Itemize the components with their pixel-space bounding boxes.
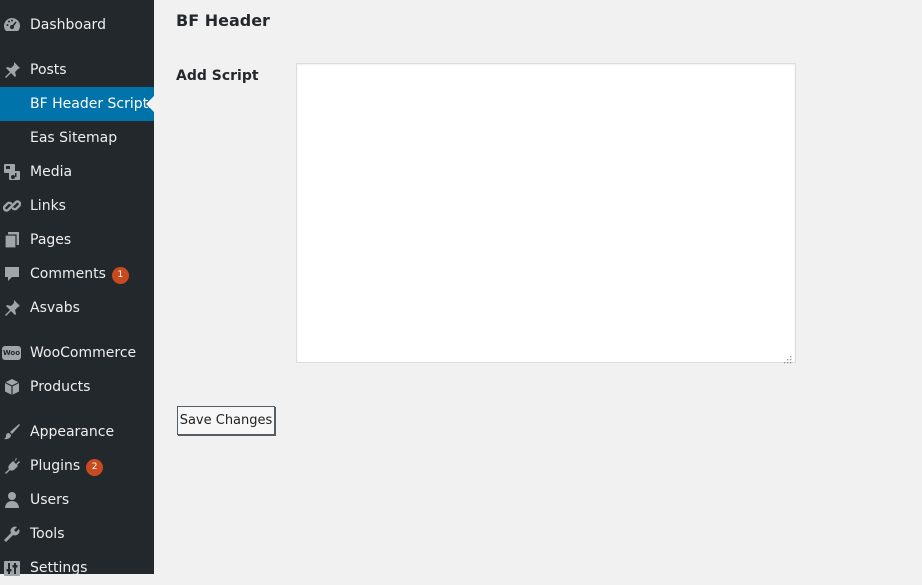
- sidebar-item-bf-header-scripts[interactable]: BF Header Scripts: [0, 87, 156, 121]
- brush-icon: [3, 423, 21, 441]
- sidebar-item-label: WooCommerce: [30, 345, 137, 361]
- sidebar-item-label: Asvabs: [30, 300, 80, 316]
- media-icon: [3, 163, 21, 181]
- sidebar-item-dashboard[interactable]: Dashboard: [0, 8, 154, 42]
- sidebar-item-woocommerce[interactable]: Woo WooCommerce: [0, 336, 154, 370]
- sidebar-item-label: Products: [30, 379, 91, 395]
- sidebar-item-links[interactable]: Links: [0, 189, 154, 223]
- sidebar-item-posts[interactable]: Posts: [0, 53, 154, 87]
- pin-icon: [3, 299, 21, 317]
- save-changes-button[interactable]: Save Changes: [177, 406, 275, 435]
- wrench-icon: [3, 525, 21, 543]
- sidebar-item-label: Comments: [30, 266, 106, 282]
- comment-icon: [3, 265, 21, 283]
- sidebar-item-eas-sitemap[interactable]: Eas Sitemap: [0, 121, 154, 155]
- pin-icon: [3, 61, 21, 79]
- link-icon: [3, 197, 21, 215]
- sidebar-item-tools[interactable]: Tools: [0, 517, 154, 551]
- sidebar-item-comments[interactable]: Comments 1: [0, 257, 154, 291]
- sidebar-item-label: Dashboard: [30, 17, 106, 33]
- sidebar-item-label: Media: [30, 164, 73, 180]
- add-script-textarea[interactable]: [296, 63, 796, 363]
- pages-icon: [3, 231, 21, 249]
- plugin-update-badge: 2: [86, 459, 104, 476]
- page-title: BF Header: [176, 11, 270, 30]
- sidebar-item-label: Users: [30, 492, 70, 508]
- sidebar-item-label: Tools: [30, 526, 65, 542]
- sidebar-item-label: Eas Sitemap: [30, 130, 118, 146]
- woo-icon: Woo: [2, 346, 21, 360]
- sidebar-item-pages[interactable]: Pages: [0, 223, 154, 257]
- add-script-label: Add Script: [176, 68, 259, 84]
- sidebar-item-label: Posts: [30, 62, 67, 78]
- admin-sidebar: Dashboard Posts BF Header Scripts Eas Si…: [0, 0, 156, 576]
- sidebar-item-media[interactable]: Media: [0, 155, 154, 189]
- sidebar-item-label: Appearance: [30, 424, 115, 440]
- settings-icon: [3, 559, 21, 577]
- comment-count-badge: 1: [111, 267, 129, 284]
- sidebar-item-label: Settings: [30, 560, 88, 576]
- sidebar-item-users[interactable]: Users: [0, 483, 154, 517]
- sidebar-item-appearance[interactable]: Appearance: [0, 415, 154, 449]
- dashboard-icon: [3, 16, 21, 34]
- user-icon: [3, 491, 21, 509]
- sidebar-item-label: BF Header Scripts: [30, 96, 156, 112]
- plugin-icon: [3, 457, 21, 475]
- sidebar-item-label: Pages: [30, 232, 72, 248]
- sidebar-item-settings[interactable]: Settings: [0, 551, 154, 585]
- box-icon: [3, 378, 21, 396]
- sidebar-item-asvabs[interactable]: Asvabs: [0, 291, 154, 325]
- sidebar-item-label: Plugins: [30, 458, 81, 474]
- sidebar-item-products[interactable]: Products: [0, 370, 154, 404]
- sidebar-item-plugins[interactable]: Plugins 2: [0, 449, 154, 483]
- resize-grip-icon[interactable]: [783, 350, 793, 364]
- sidebar-item-label: Links: [30, 198, 66, 214]
